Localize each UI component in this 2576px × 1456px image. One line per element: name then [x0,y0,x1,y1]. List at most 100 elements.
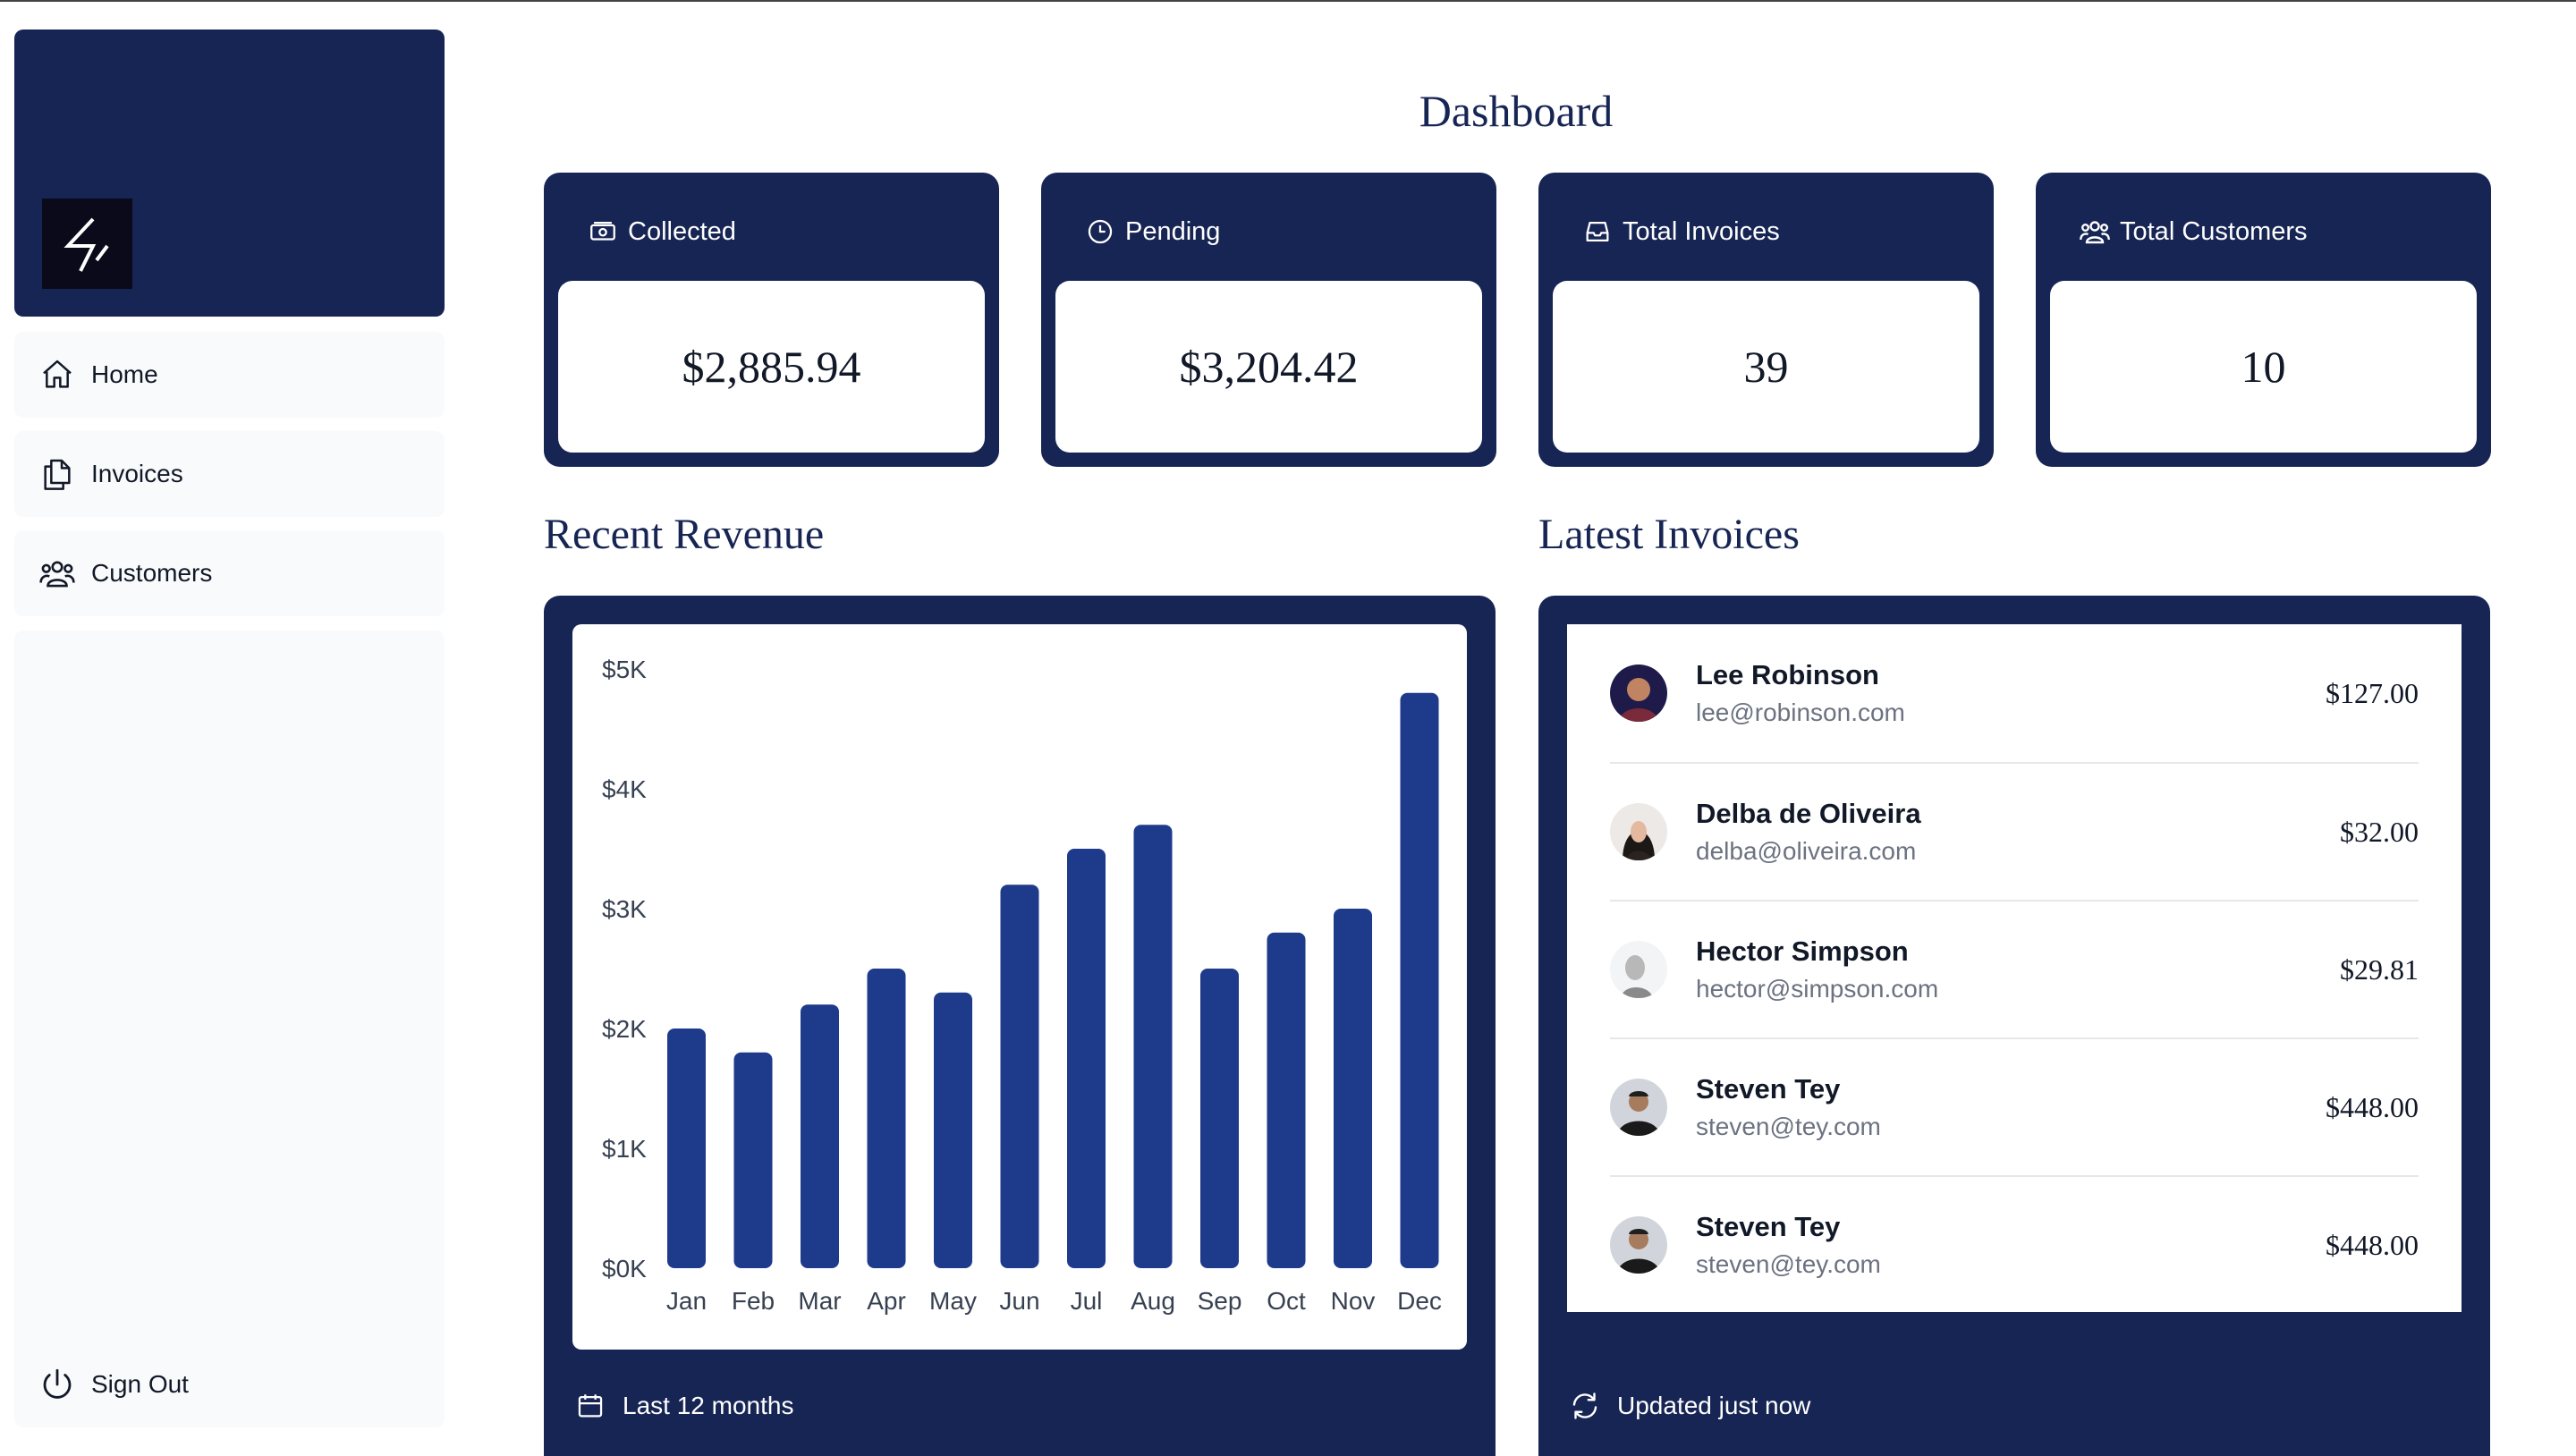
invoice-amount: $448.00 [2326,1090,2419,1123]
revenue-bar [667,1029,706,1268]
y-tick-label: $4K [602,775,647,803]
invoice-row[interactable]: Lee Robinson lee@robinson.com $127.00 [1610,624,2419,762]
sidebar-item-label: Customers [91,559,213,587]
y-tick-label: $0K [602,1255,647,1282]
invoice-customer-email: steven@tey.com [1696,1250,1881,1278]
sidebar-item-label: Home [91,360,158,388]
card-label: Collected [628,216,736,246]
inbox-icon [1581,216,1614,248]
user-group-icon [2079,216,2111,248]
card-total-invoices: Total Invoices 39 [1538,173,1994,467]
y-tick-label: $2K [602,1015,647,1043]
revenue-panel: $0K $1K $2K $3K $4K $5K Jan Feb Mar Apr May Jun Jul A… [544,596,1496,1456]
card-value: 39 [1553,281,1979,453]
x-tick-label: May [929,1287,977,1315]
card-label: Total Invoices [1623,216,1780,246]
lightning-bolt-icon [42,199,132,289]
invoice-customer-email: lee@robinson.com [1696,698,1905,726]
y-tick-label: $5K [602,656,647,683]
page-title: Dashboard [1419,86,1614,136]
revenue-bar [1267,932,1306,1268]
card-pending: Pending $3,204.42 [1041,173,1496,467]
x-tick-label: Jul [1071,1287,1103,1315]
card-label: Pending [1125,216,1221,246]
revenue-bar [1067,849,1106,1268]
avatar [1610,1079,1667,1136]
sign-out-label: Sign Out [91,1370,189,1398]
window-top-border [0,0,2576,2]
sidebar-item-label: Invoices [91,460,183,487]
calendar-icon [574,1390,606,1422]
invoice-customer-name: Steven Tey [1696,1073,1841,1105]
x-tick-label: Jun [999,1287,1039,1315]
users-icon [38,554,77,593]
sidebar-item-home[interactable]: Home [14,332,445,418]
invoice-amount: $448.00 [2326,1228,2419,1261]
sign-out-button[interactable]: Sign Out [14,1342,445,1427]
revenue-bar [1334,909,1372,1268]
invoice-customer-name: Delba de Oliveira [1696,798,1921,829]
latest-invoices-panel: Lee Robinson lee@robinson.com $127.00 De… [1538,596,2490,1456]
card-total-customers: Total Customers 10 [2036,173,2491,467]
x-tick-label: Feb [732,1287,775,1315]
x-tick-label: Jan [666,1287,707,1315]
invoice-row[interactable]: Hector Simpson hector@simpson.com $29.81 [1610,900,2419,1037]
clock-icon [1084,216,1116,248]
revenue-bar [1000,885,1039,1268]
y-tick-label: $1K [602,1135,647,1163]
card-value: $2,885.94 [558,281,985,453]
x-tick-label: Mar [798,1287,841,1315]
revenue-bar [1133,825,1173,1268]
invoice-customer-name: Hector Simpson [1696,935,1909,967]
revenue-bar [733,1052,773,1268]
card-value: $3,204.42 [1055,281,1482,453]
power-icon [38,1365,77,1404]
avatar [1610,1216,1667,1274]
invoices-footer-label: Updated just now [1617,1392,1811,1419]
x-tick-label: Aug [1131,1287,1175,1315]
avatar [1610,665,1667,722]
banknotes-icon [587,216,619,248]
invoice-customer-name: Lee Robinson [1696,659,1879,690]
invoice-row[interactable]: Steven Tey steven@tey.com $448.00 [1610,1037,2419,1175]
revenue-chart-svg: $0K $1K $2K $3K $4K $5K Jan Feb Mar Apr May Jun Jul A… [602,656,1442,1315]
invoice-amount: $127.00 [2326,676,2419,709]
revenue-bar [1200,969,1239,1268]
revenue-bar [934,992,972,1268]
invoice-row[interactable]: Delba de Oliveira delba@oliveira.com $32… [1610,762,2419,900]
invoice-row[interactable]: Steven Tey steven@tey.com $448.00 [1610,1175,2419,1313]
invoice-customer-email: steven@tey.com [1696,1113,1881,1140]
card-label: Total Customers [2120,216,2308,246]
avatar [1610,803,1667,860]
sidebar-item-invoices[interactable]: Invoices [14,431,445,517]
home-icon [38,355,77,394]
invoice-list: Lee Robinson lee@robinson.com $127.00 De… [1567,624,2462,1312]
documents-icon [38,454,77,494]
invoice-customer-email: delba@oliveira.com [1696,837,1917,865]
invoice-amount: $29.81 [2340,952,2419,986]
sidebar-spacer [14,631,445,1357]
x-tick-label: Apr [867,1287,906,1315]
x-tick-label: Oct [1267,1287,1306,1315]
x-tick-label: Nov [1331,1287,1376,1315]
sidebar-item-customers[interactable]: Customers [14,530,445,616]
revenue-chart: $0K $1K $2K $3K $4K $5K Jan Feb Mar Apr May Jun Jul A… [572,624,1467,1350]
revenue-title: Recent Revenue [544,511,825,558]
refresh-icon [1569,1390,1601,1422]
revenue-bar [867,969,906,1268]
revenue-footer-label: Last 12 months [623,1392,794,1419]
x-tick-label: Dec [1397,1287,1442,1315]
card-collected: Collected $2,885.94 [544,173,999,467]
revenue-bar [1400,692,1439,1268]
card-value: 10 [2050,281,2477,453]
sidebar: Home Invoices Customers Sign Out [14,30,445,1427]
latest-invoices-title: Latest Invoices [1538,511,1800,558]
invoice-customer-email: hector@simpson.com [1696,975,1939,1003]
revenue-bar [801,1004,839,1268]
y-tick-label: $3K [602,895,647,923]
avatar [1610,941,1667,998]
brand-banner[interactable] [14,30,445,317]
invoice-amount: $32.00 [2340,815,2419,848]
x-tick-label: Sep [1198,1287,1242,1315]
invoice-customer-name: Steven Tey [1696,1211,1841,1242]
